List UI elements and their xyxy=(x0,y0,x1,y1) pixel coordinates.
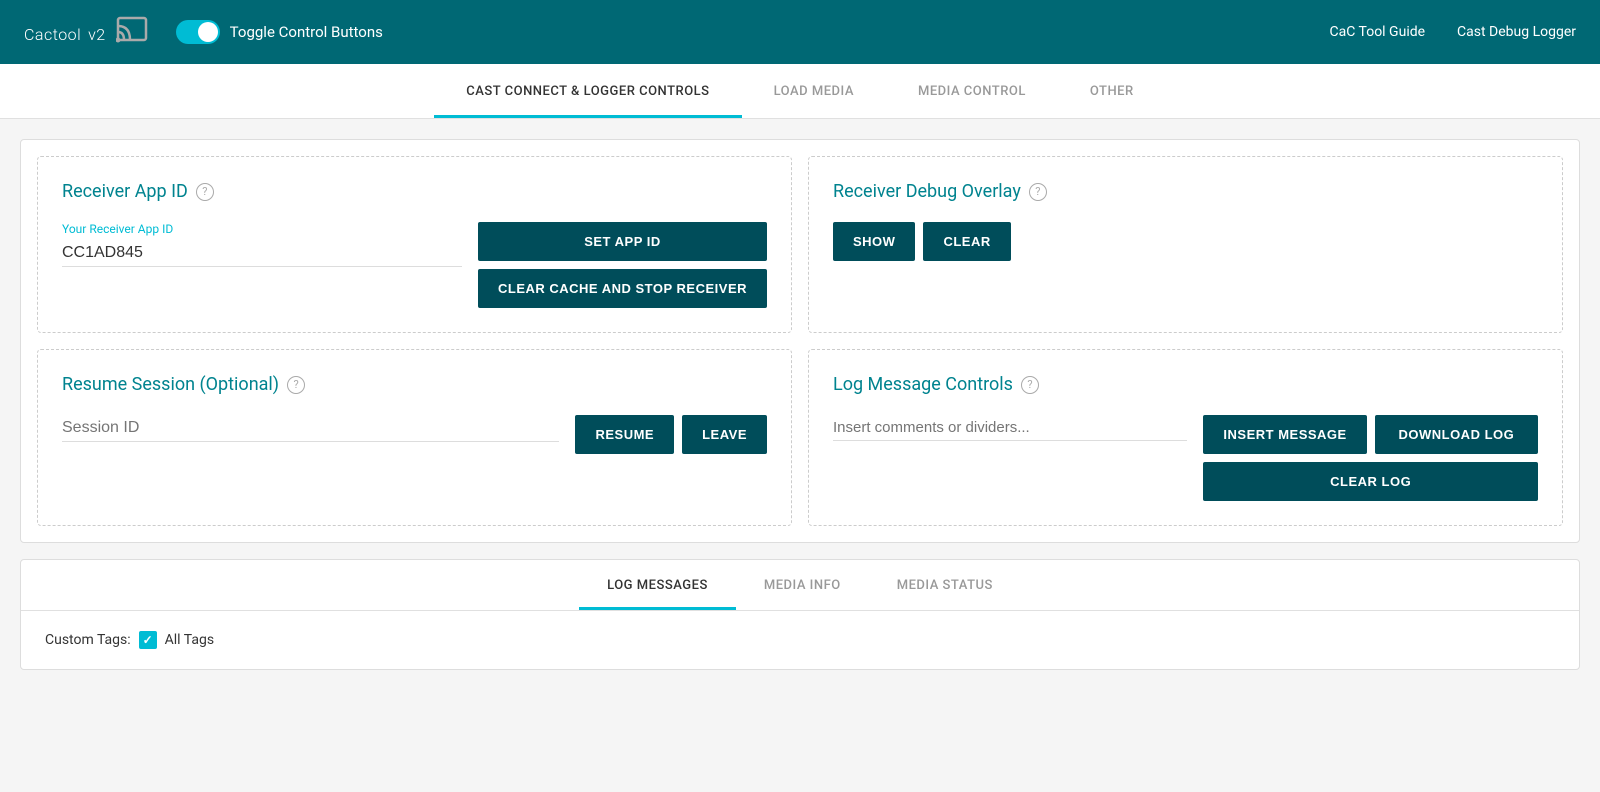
toggle-control-buttons-switch[interactable] xyxy=(176,20,220,44)
receiver-app-id-help-icon[interactable]: ? xyxy=(196,183,214,201)
clear-overlay-button[interactable]: CLEAR xyxy=(923,222,1010,261)
app-title: Cactool v2 xyxy=(24,17,106,47)
receiver-debug-overlay-actions: SHOW CLEAR xyxy=(833,222,1538,261)
receiver-app-id-field: Your Receiver App ID xyxy=(62,222,462,267)
cast-debug-logger-link[interactable]: Cast Debug Logger xyxy=(1457,24,1576,40)
all-tags-checkbox[interactable] xyxy=(139,631,157,649)
tab-load-media[interactable]: LOAD MEDIA xyxy=(742,64,886,118)
download-log-button[interactable]: DOWNLOAD LOG xyxy=(1375,415,1538,454)
log-buttons: INSERT MESSAGE DOWNLOAD LOG CLEAR LOG xyxy=(1203,415,1538,501)
session-id-input[interactable] xyxy=(62,415,559,442)
receiver-app-id-input[interactable] xyxy=(62,240,462,267)
bottom-tab-log-messages[interactable]: LOG MESSAGES xyxy=(579,560,736,610)
receiver-app-id-title: Receiver App ID ? xyxy=(62,181,767,202)
session-id-field xyxy=(62,415,559,442)
cast-icon xyxy=(116,12,152,52)
tab-media-control[interactable]: MEDIA CONTROL xyxy=(886,64,1058,118)
set-app-id-button[interactable]: SET APP ID xyxy=(478,222,767,261)
bottom-section: LOG MESSAGES MEDIA INFO MEDIA STATUS Cus… xyxy=(20,559,1580,670)
resume-session-title: Resume Session (Optional) ? xyxy=(62,374,767,395)
log-message-controls-card: Log Message Controls ? INSERT MESSAGE DO… xyxy=(808,349,1563,526)
receiver-app-id-actions: SET APP ID CLEAR CACHE AND STOP RECEIVER xyxy=(478,222,767,308)
bottom-tab-bar: LOG MESSAGES MEDIA INFO MEDIA STATUS xyxy=(21,560,1579,611)
receiver-debug-overlay-help-icon[interactable]: ? xyxy=(1029,183,1047,201)
clear-cache-stop-receiver-button[interactable]: CLEAR CACHE AND STOP RECEIVER xyxy=(478,269,767,308)
resume-session-help-icon[interactable]: ? xyxy=(287,376,305,394)
custom-tags-label: Custom Tags: xyxy=(45,632,131,648)
bottom-tab-media-info[interactable]: MEDIA INFO xyxy=(736,560,869,610)
log-controls-body: INSERT MESSAGE DOWNLOAD LOG CLEAR LOG xyxy=(833,415,1538,501)
header-links: CaC Tool Guide Cast Debug Logger xyxy=(1330,24,1577,40)
log-message-controls-title: Log Message Controls ? xyxy=(833,374,1538,395)
receiver-app-id-card: Receiver App ID ? Your Receiver App ID S… xyxy=(37,156,792,333)
clear-log-button[interactable]: CLEAR LOG xyxy=(1203,462,1538,501)
app-header: Cactool v2 Toggle Control Buttons CaC To… xyxy=(0,0,1600,64)
receiver-app-id-body: Your Receiver App ID SET APP ID CLEAR CA… xyxy=(62,222,767,308)
toggle-label: Toggle Control Buttons xyxy=(230,23,383,41)
receiver-debug-overlay-title: Receiver Debug Overlay ? xyxy=(833,181,1538,202)
bottom-tab-media-status[interactable]: MEDIA STATUS xyxy=(869,560,1021,610)
show-button[interactable]: SHOW xyxy=(833,222,915,261)
receiver-debug-overlay-card: Receiver Debug Overlay ? SHOW CLEAR xyxy=(808,156,1563,333)
resume-session-actions: RESUME LEAVE xyxy=(575,415,767,454)
tab-other[interactable]: OTHER xyxy=(1058,64,1166,118)
toggle-section: Toggle Control Buttons xyxy=(176,20,383,44)
all-tags-label: All Tags xyxy=(165,632,214,648)
logo-section: Cactool v2 xyxy=(24,12,152,52)
resume-button[interactable]: RESUME xyxy=(575,415,674,454)
tab-cast-connect[interactable]: CAST CONNECT & LOGGER CONTROLS xyxy=(434,64,741,118)
top-tab-bar: CAST CONNECT & LOGGER CONTROLS LOAD MEDI… xyxy=(0,64,1600,119)
receiver-app-id-label: Your Receiver App ID xyxy=(62,222,462,236)
leave-button[interactable]: LEAVE xyxy=(682,415,767,454)
custom-tags-section: Custom Tags: All Tags xyxy=(45,631,1555,649)
resume-session-card: Resume Session (Optional) ? RESUME LEAVE xyxy=(37,349,792,526)
resume-session-body: RESUME LEAVE xyxy=(62,415,767,454)
cac-tool-guide-link[interactable]: CaC Tool Guide xyxy=(1330,24,1426,40)
insert-message-button[interactable]: INSERT MESSAGE xyxy=(1203,415,1366,454)
log-message-controls-help-icon[interactable]: ? xyxy=(1021,376,1039,394)
log-comment-input[interactable] xyxy=(833,415,1187,441)
cards-grid: Receiver App ID ? Your Receiver App ID S… xyxy=(20,139,1580,543)
main-content: Receiver App ID ? Your Receiver App ID S… xyxy=(0,119,1600,690)
bottom-content: Custom Tags: All Tags xyxy=(21,611,1579,669)
